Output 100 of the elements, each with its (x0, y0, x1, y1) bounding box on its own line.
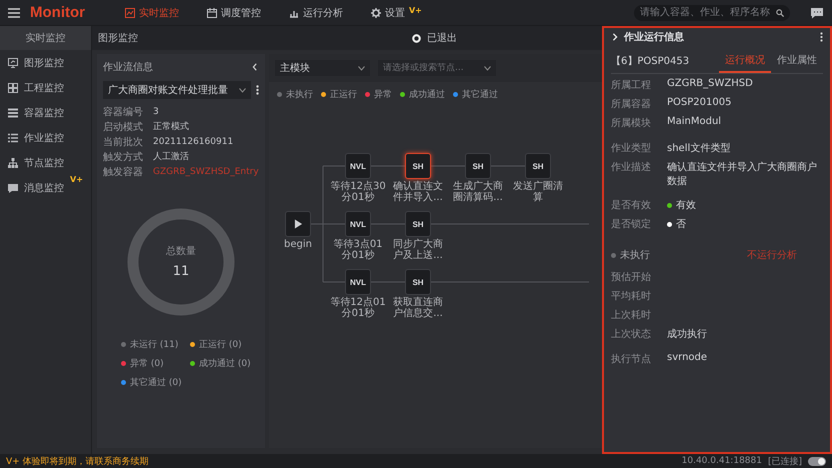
sidebar-item[interactable]: 作业监控 (0, 125, 91, 150)
job-node[interactable]: NVL (345, 269, 371, 295)
app-logo: Monitor (30, 4, 85, 21)
run-status: 未执行 (620, 248, 650, 262)
sidebar-item[interactable]: 工程监控 (0, 75, 91, 100)
breadcrumb: 图形监控 (97, 32, 139, 45)
panel-title: 作业运行信息 (624, 30, 684, 44)
sidebar-item[interactable]: 消息监控 V+ (0, 175, 91, 200)
legend-item: 成功通过 (0) (190, 357, 259, 370)
collapse-icon[interactable] (251, 63, 259, 71)
more-icon[interactable] (820, 32, 823, 42)
toggle-switch[interactable] (808, 456, 826, 466)
field-value: 3 (153, 106, 159, 119)
connection-status: 已退出 (427, 32, 457, 45)
field-label: 平均耗时 (611, 290, 652, 303)
legend-item: 正运行 (0) (190, 338, 259, 351)
field-value: 人工激活 (153, 150, 189, 164)
field-value: 20211126160911 (153, 136, 234, 149)
caret-icon (239, 88, 246, 92)
caret-icon (358, 66, 365, 70)
node-label: 生成广大商圈清算码... (452, 181, 504, 203)
menu-icon[interactable] (8, 8, 20, 18)
node-label: 等待12点30分01秒 (330, 181, 386, 203)
job-node[interactable]: SH (405, 269, 431, 295)
dashboard-icon (124, 8, 135, 18)
field-label: 所属容器 (611, 98, 652, 111)
hierarchy-icon (8, 158, 18, 168)
grid-icon (8, 82, 18, 92)
sidebar-item[interactable]: 容器监控 (0, 100, 91, 125)
flow-dropdown[interactable]: 广大商圈对账文件处理批量 (103, 81, 251, 99)
legend-item: 未运行 (11) (121, 338, 190, 351)
field-label: 所属工程 (611, 78, 652, 92)
sidebar-item[interactable]: 图形监控 (0, 50, 91, 75)
total-count: 11 (172, 264, 190, 279)
job-node[interactable]: SH (525, 153, 551, 179)
legend-item: 异常 (0) (121, 357, 190, 370)
expiry-notice: V+ 体验即将到期，请联系商务续期 (6, 456, 150, 468)
chevron-icon[interactable] (611, 33, 619, 41)
nav-tab[interactable]: 实时监控 (124, 6, 179, 20)
field-label: 是否锁定 (611, 218, 652, 231)
node-label: 同步广大商户及上送... (392, 239, 444, 261)
field-value: POSP201005 (667, 97, 732, 108)
field-value: 确认直连文件并导入广大商圈商户数据 (667, 160, 818, 188)
version-label: V+ (70, 175, 83, 184)
job-id: 【6】POSP0453 (611, 54, 690, 69)
nav-tab[interactable]: 调度管控 (206, 6, 261, 20)
field-label: 触发方式 (103, 150, 144, 165)
nav-tab[interactable]: 运行分析 (288, 6, 343, 20)
field-value: 有效 (676, 199, 696, 212)
field-label: 容器编号 (103, 106, 144, 120)
field-value: 正常模式 (153, 120, 189, 134)
settings-icon (370, 8, 381, 18)
panel-tab[interactable]: 作业属性 (771, 53, 823, 73)
job-node[interactable]: NVL (345, 211, 371, 237)
job-node[interactable]: NVL (345, 153, 371, 179)
job-node[interactable]: SH (405, 211, 431, 237)
field-label: 启动模式 (103, 120, 144, 135)
field-label: 所属模块 (611, 116, 652, 130)
node-label: 获取直连商户信息交... (392, 297, 444, 319)
sidebar-item[interactable]: 节点监控 (0, 150, 91, 175)
list-icon (8, 108, 18, 118)
field-label: 预估开始 (611, 271, 652, 284)
node-label: 等待12点01分01秒 (330, 297, 386, 319)
node-label: 发送广圈清算 (512, 181, 564, 203)
field-label: 触发容器 (103, 166, 144, 180)
field-value: shell文件类型 (667, 142, 730, 155)
search-icon (776, 8, 784, 16)
legend-item: 正运行 (321, 88, 357, 101)
chat-icon (8, 182, 18, 192)
node-label: 确认直连文件并导入... (392, 181, 444, 203)
play-icon (294, 219, 302, 229)
job-node[interactable]: SH (405, 153, 431, 179)
legend-item: 其它通过 (0) (121, 376, 190, 389)
field-value: svrnode (667, 352, 708, 363)
calendar-icon (206, 8, 217, 18)
list-icon (8, 132, 18, 142)
legend-item: 异常 (365, 88, 392, 101)
chat-icon[interactable] (810, 6, 824, 18)
field-value: MainModul (667, 116, 722, 127)
legend-item: 其它通过 (453, 88, 498, 101)
field-label: 是否有效 (611, 199, 652, 212)
field-label: 执行节点 (611, 352, 652, 366)
begin-node[interactable] (285, 211, 311, 237)
field-label: 上次耗时 (611, 308, 652, 322)
connection-state: [已连接] (768, 456, 802, 468)
field-label: 作业描述 (611, 160, 652, 174)
node-label: 等待3点01分01秒 (332, 239, 384, 261)
sidebar-title: 实时监控 (0, 26, 91, 50)
monitor-icon (8, 58, 18, 68)
module-dropdown[interactable]: 主模块 (275, 60, 370, 76)
field-value: 成功执行 (667, 328, 707, 341)
more-icon[interactable] (256, 85, 259, 95)
job-node[interactable]: SH (465, 153, 491, 179)
field-value: 否 (676, 218, 686, 231)
caret-icon (484, 66, 491, 70)
nav-tab[interactable]: 设置 V+ (370, 6, 422, 20)
version-label: V+ (408, 6, 422, 14)
legend-item: 未执行 (277, 88, 313, 101)
field-value: GZGRB_SWZHSD (667, 78, 753, 89)
field-label: 上次状态 (611, 328, 652, 341)
